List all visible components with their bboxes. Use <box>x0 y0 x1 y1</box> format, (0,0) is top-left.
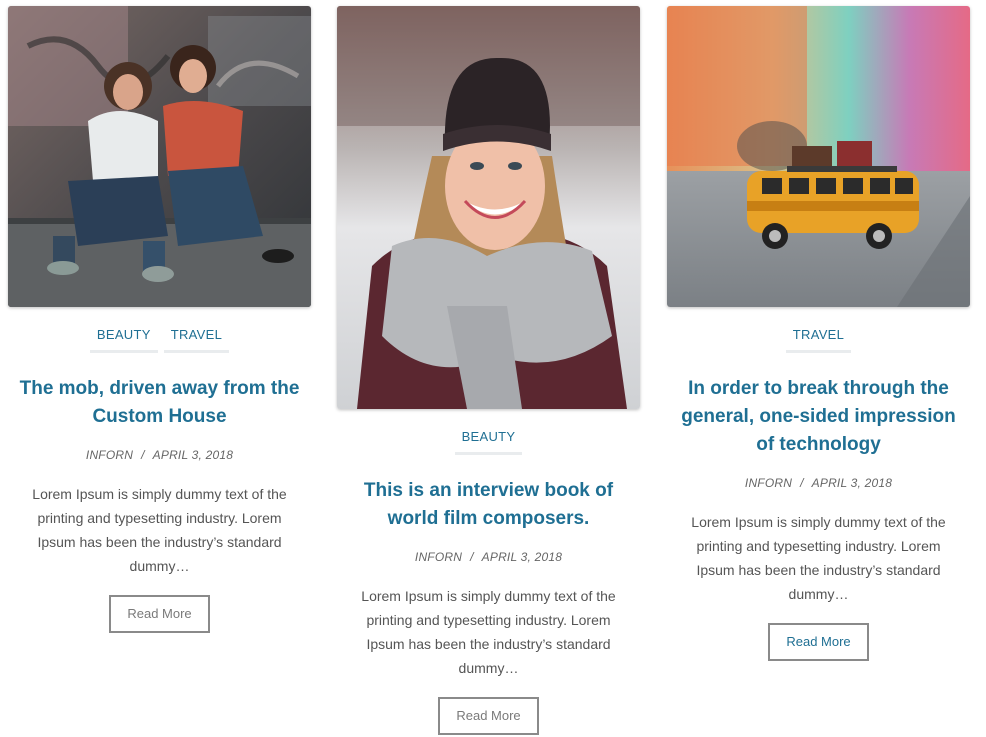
post-date[interactable]: APRIL 3, 2018 <box>153 448 233 462</box>
post-image-graphic <box>667 6 970 307</box>
post-date[interactable]: APRIL 3, 2018 <box>482 550 562 564</box>
category-link-beauty[interactable]: BEAUTY <box>454 428 523 455</box>
read-more-button[interactable]: Read More <box>438 697 539 735</box>
post-title[interactable]: The mob, driven away from the Custom Hou… <box>12 375 307 431</box>
post-date[interactable]: APRIL 3, 2018 <box>812 476 892 490</box>
post-meta: INFORN / APRIL 3, 2018 <box>8 448 311 462</box>
post-author[interactable]: INFORN <box>745 476 792 490</box>
blog-grid: BEAUTY TRAVEL The mob, driven away from … <box>0 0 986 737</box>
category-link-beauty[interactable]: BEAUTY <box>89 326 158 353</box>
post-excerpt: Lorem Ipsum is simply dummy text of the … <box>691 514 946 602</box>
post-image-graphic <box>8 6 311 307</box>
meta-separator: / <box>800 476 804 490</box>
post-card: TRAVEL In order to break through the gen… <box>667 6 970 661</box>
post-image-graphic <box>337 6 640 409</box>
read-more-button[interactable]: Read More <box>768 623 869 661</box>
post-image[interactable] <box>337 6 640 409</box>
post-excerpt: Lorem Ipsum is simply dummy text of the … <box>361 588 616 676</box>
post-title[interactable]: In order to break through the general, o… <box>671 375 966 459</box>
post-image[interactable] <box>8 6 311 307</box>
post-author[interactable]: INFORN <box>86 448 133 462</box>
meta-separator: / <box>141 448 145 462</box>
post-excerpt: Lorem Ipsum is simply dummy text of the … <box>32 486 287 574</box>
post-meta: INFORN / APRIL 3, 2018 <box>337 550 640 564</box>
post-categories: TRAVEL <box>667 326 970 353</box>
post-categories: BEAUTY TRAVEL <box>8 326 311 353</box>
meta-separator: / <box>470 550 474 564</box>
post-author[interactable]: INFORN <box>415 550 462 564</box>
post-card: BEAUTY TRAVEL The mob, driven away from … <box>8 6 311 633</box>
post-categories: BEAUTY <box>337 428 640 455</box>
post-meta: INFORN / APRIL 3, 2018 <box>667 476 970 490</box>
read-more-button[interactable]: Read More <box>109 595 210 633</box>
post-image[interactable] <box>667 6 970 307</box>
category-link-travel[interactable]: TRAVEL <box>785 326 852 353</box>
post-title[interactable]: This is an interview book of world film … <box>341 477 636 533</box>
post-card: BEAUTY This is an interview book of worl… <box>337 6 640 735</box>
category-link-travel[interactable]: TRAVEL <box>163 326 230 353</box>
